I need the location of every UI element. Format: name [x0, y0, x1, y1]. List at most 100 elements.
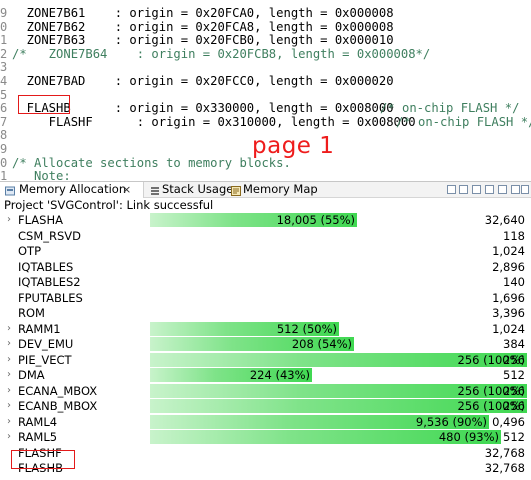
- usage-label: 18,005 (55%): [276, 213, 355, 227]
- expand-arrow-icon[interactable]: ›: [7, 367, 11, 383]
- usage-cell: [150, 306, 527, 320]
- maximize-icon[interactable]: [521, 185, 529, 194]
- table-row[interactable]: IQTABLES 2,896: [0, 259, 531, 275]
- tab-memory-allocation[interactable]: Memory Allocation ×: [0, 182, 144, 198]
- memory-size: 384: [503, 337, 525, 351]
- memory-name: CSM_RSVD: [18, 228, 82, 243]
- memory-name: PIE_VECT: [18, 352, 72, 367]
- expand-all-icon[interactable]: [459, 185, 468, 194]
- link-status: Project 'SVGControl': Link successful: [0, 198, 531, 212]
- table-row[interactable]: › ECANA_MBOX 256 (100%) 256: [0, 383, 531, 399]
- expand-arrow-icon[interactable]: ›: [7, 336, 11, 352]
- memory-name: IQTABLES: [18, 259, 74, 274]
- minimize-icon[interactable]: [511, 185, 520, 194]
- memory-size: 1,024: [492, 321, 525, 336]
- expand-arrow-icon[interactable]: ›: [7, 352, 11, 368]
- memory-name: ROM: [18, 306, 45, 320]
- memory-name: RAML4: [18, 414, 58, 429]
- usage-cell: 256 (100%): [150, 383, 527, 398]
- memory-name: DEV_EMU: [18, 337, 74, 351]
- close-icon[interactable]: ×: [122, 182, 131, 197]
- memory-name: FPUTABLES: [18, 290, 83, 305]
- expand-arrow-icon[interactable]: ›: [7, 321, 11, 337]
- view-tab-bar: Memory Allocation × Stack Usage Memory M…: [0, 181, 531, 198]
- table-row[interactable]: IQTABLES2 140: [0, 274, 531, 290]
- flashb-row-highlight-box: [11, 450, 75, 469]
- expand-arrow-icon[interactable]: ›: [7, 414, 11, 430]
- usage-cell: 18,005 (55%): [150, 213, 527, 227]
- table-row[interactable]: CSM_RSVD 118: [0, 228, 531, 244]
- expand-arrow-icon[interactable]: ›: [7, 429, 11, 445]
- flashb-highlight-box: [18, 95, 70, 114]
- expand-arrow-icon[interactable]: ›: [7, 212, 11, 228]
- usage-cell: 256 (100%): [150, 399, 527, 413]
- tab-stack-usage-label: Stack Usage: [162, 182, 234, 196]
- usage-cell: [150, 291, 527, 305]
- usage-cell: [150, 461, 527, 475]
- memory-name: ECANA_MBOX: [18, 383, 98, 398]
- table-row[interactable]: › FLASHA 18,005 (55%) 32,640: [0, 212, 531, 228]
- table-row[interactable]: › ECANB_MBOX 256 (100%) 256: [0, 398, 531, 414]
- usage-label: 208 (54%): [291, 337, 352, 351]
- usage-cell: 512 (50%): [150, 321, 527, 336]
- memory-size: 1,696: [492, 290, 525, 305]
- memory-size: 256: [503, 399, 525, 413]
- table-row[interactable]: › DMA 224 (43%) 512: [0, 367, 531, 383]
- memory-size: 118: [503, 228, 525, 243]
- tab-memory-allocation-label: Memory Allocation: [19, 182, 127, 196]
- export-icon[interactable]: [472, 185, 481, 194]
- table-row[interactable]: FLASHB 32,768: [0, 460, 531, 476]
- usage-label: 9,536 (90%): [415, 414, 487, 429]
- code-comment: Note:: [12, 169, 71, 181]
- usage-cell: [150, 275, 527, 289]
- table-row[interactable]: › PIE_VECT 256 (100%) 256: [0, 352, 531, 368]
- memory-name: RAMM1: [18, 321, 61, 336]
- usage-cell: 9,536 (90%): [150, 414, 527, 429]
- usage-cell: [150, 260, 527, 274]
- table-row[interactable]: FLASHF 32,768: [0, 445, 531, 461]
- usage-label: 224 (43%): [249, 368, 310, 382]
- memory-size: 512: [503, 430, 525, 444]
- code-line: 1 Note:: [0, 168, 531, 181]
- memory-size: 140: [503, 275, 525, 289]
- usage-cell: [150, 229, 527, 243]
- tab-memory-map[interactable]: Memory Map: [228, 182, 318, 198]
- usage-label: 480 (93%): [438, 430, 499, 444]
- usage-cell: [150, 446, 527, 460]
- usage-cell: 256 (100%): [150, 352, 527, 367]
- memory-size: 32,768: [484, 461, 525, 475]
- table-row[interactable]: OTP 1,024: [0, 243, 531, 259]
- memory-name: IQTABLES2: [18, 275, 81, 289]
- memory-size: 1,024: [492, 244, 525, 258]
- memory-size: 3,396: [492, 306, 525, 320]
- view-menu-icon[interactable]: [498, 185, 507, 194]
- memory-size: 256: [503, 383, 525, 398]
- filter-icon[interactable]: [485, 185, 494, 194]
- memory-size: 256: [503, 352, 525, 367]
- memory-name: OTP: [18, 244, 42, 258]
- usage-cell: 224 (43%): [150, 368, 527, 382]
- memory-name: RAML5: [18, 430, 58, 444]
- collapse-all-icon[interactable]: [447, 185, 456, 194]
- memory-name: ECANB_MBOX: [18, 399, 98, 413]
- table-row[interactable]: › RAMM1 512 (50%) 1,024: [0, 321, 531, 337]
- stack-usage-icon: [150, 185, 160, 195]
- usage-cell: [150, 244, 527, 258]
- table-row[interactable]: FPUTABLES 1,696: [0, 290, 531, 306]
- usage-cell: 208 (54%): [150, 337, 527, 351]
- memory-map-icon: [231, 185, 241, 196]
- table-row[interactable]: › RAML4 9,536 (90%) 0,496: [0, 414, 531, 430]
- memory-size: 512: [503, 368, 525, 382]
- memory-name: DMA: [18, 368, 45, 382]
- line-number: 1: [0, 169, 8, 181]
- usage-label: 512 (50%): [276, 321, 337, 336]
- memory-allocation-table: › FLASHA 18,005 (55%) 32,640 CSM_RSVD 118 OTP 1…: [0, 212, 531, 480]
- table-row[interactable]: ROM 3,396: [0, 305, 531, 321]
- expand-arrow-icon[interactable]: ›: [7, 383, 11, 399]
- expand-arrow-icon[interactable]: ›: [7, 398, 11, 414]
- memory-size: 0,496: [492, 414, 525, 429]
- table-row[interactable]: › DEV_EMU 208 (54%) 384: [0, 336, 531, 352]
- table-row[interactable]: › RAML5 480 (93%) 512: [0, 429, 531, 445]
- tab-stack-usage[interactable]: Stack Usage: [146, 182, 234, 198]
- code-editor[interactable]: 9 ZONE7B61 : origin = 0x20FCA0, length =…: [0, 0, 531, 181]
